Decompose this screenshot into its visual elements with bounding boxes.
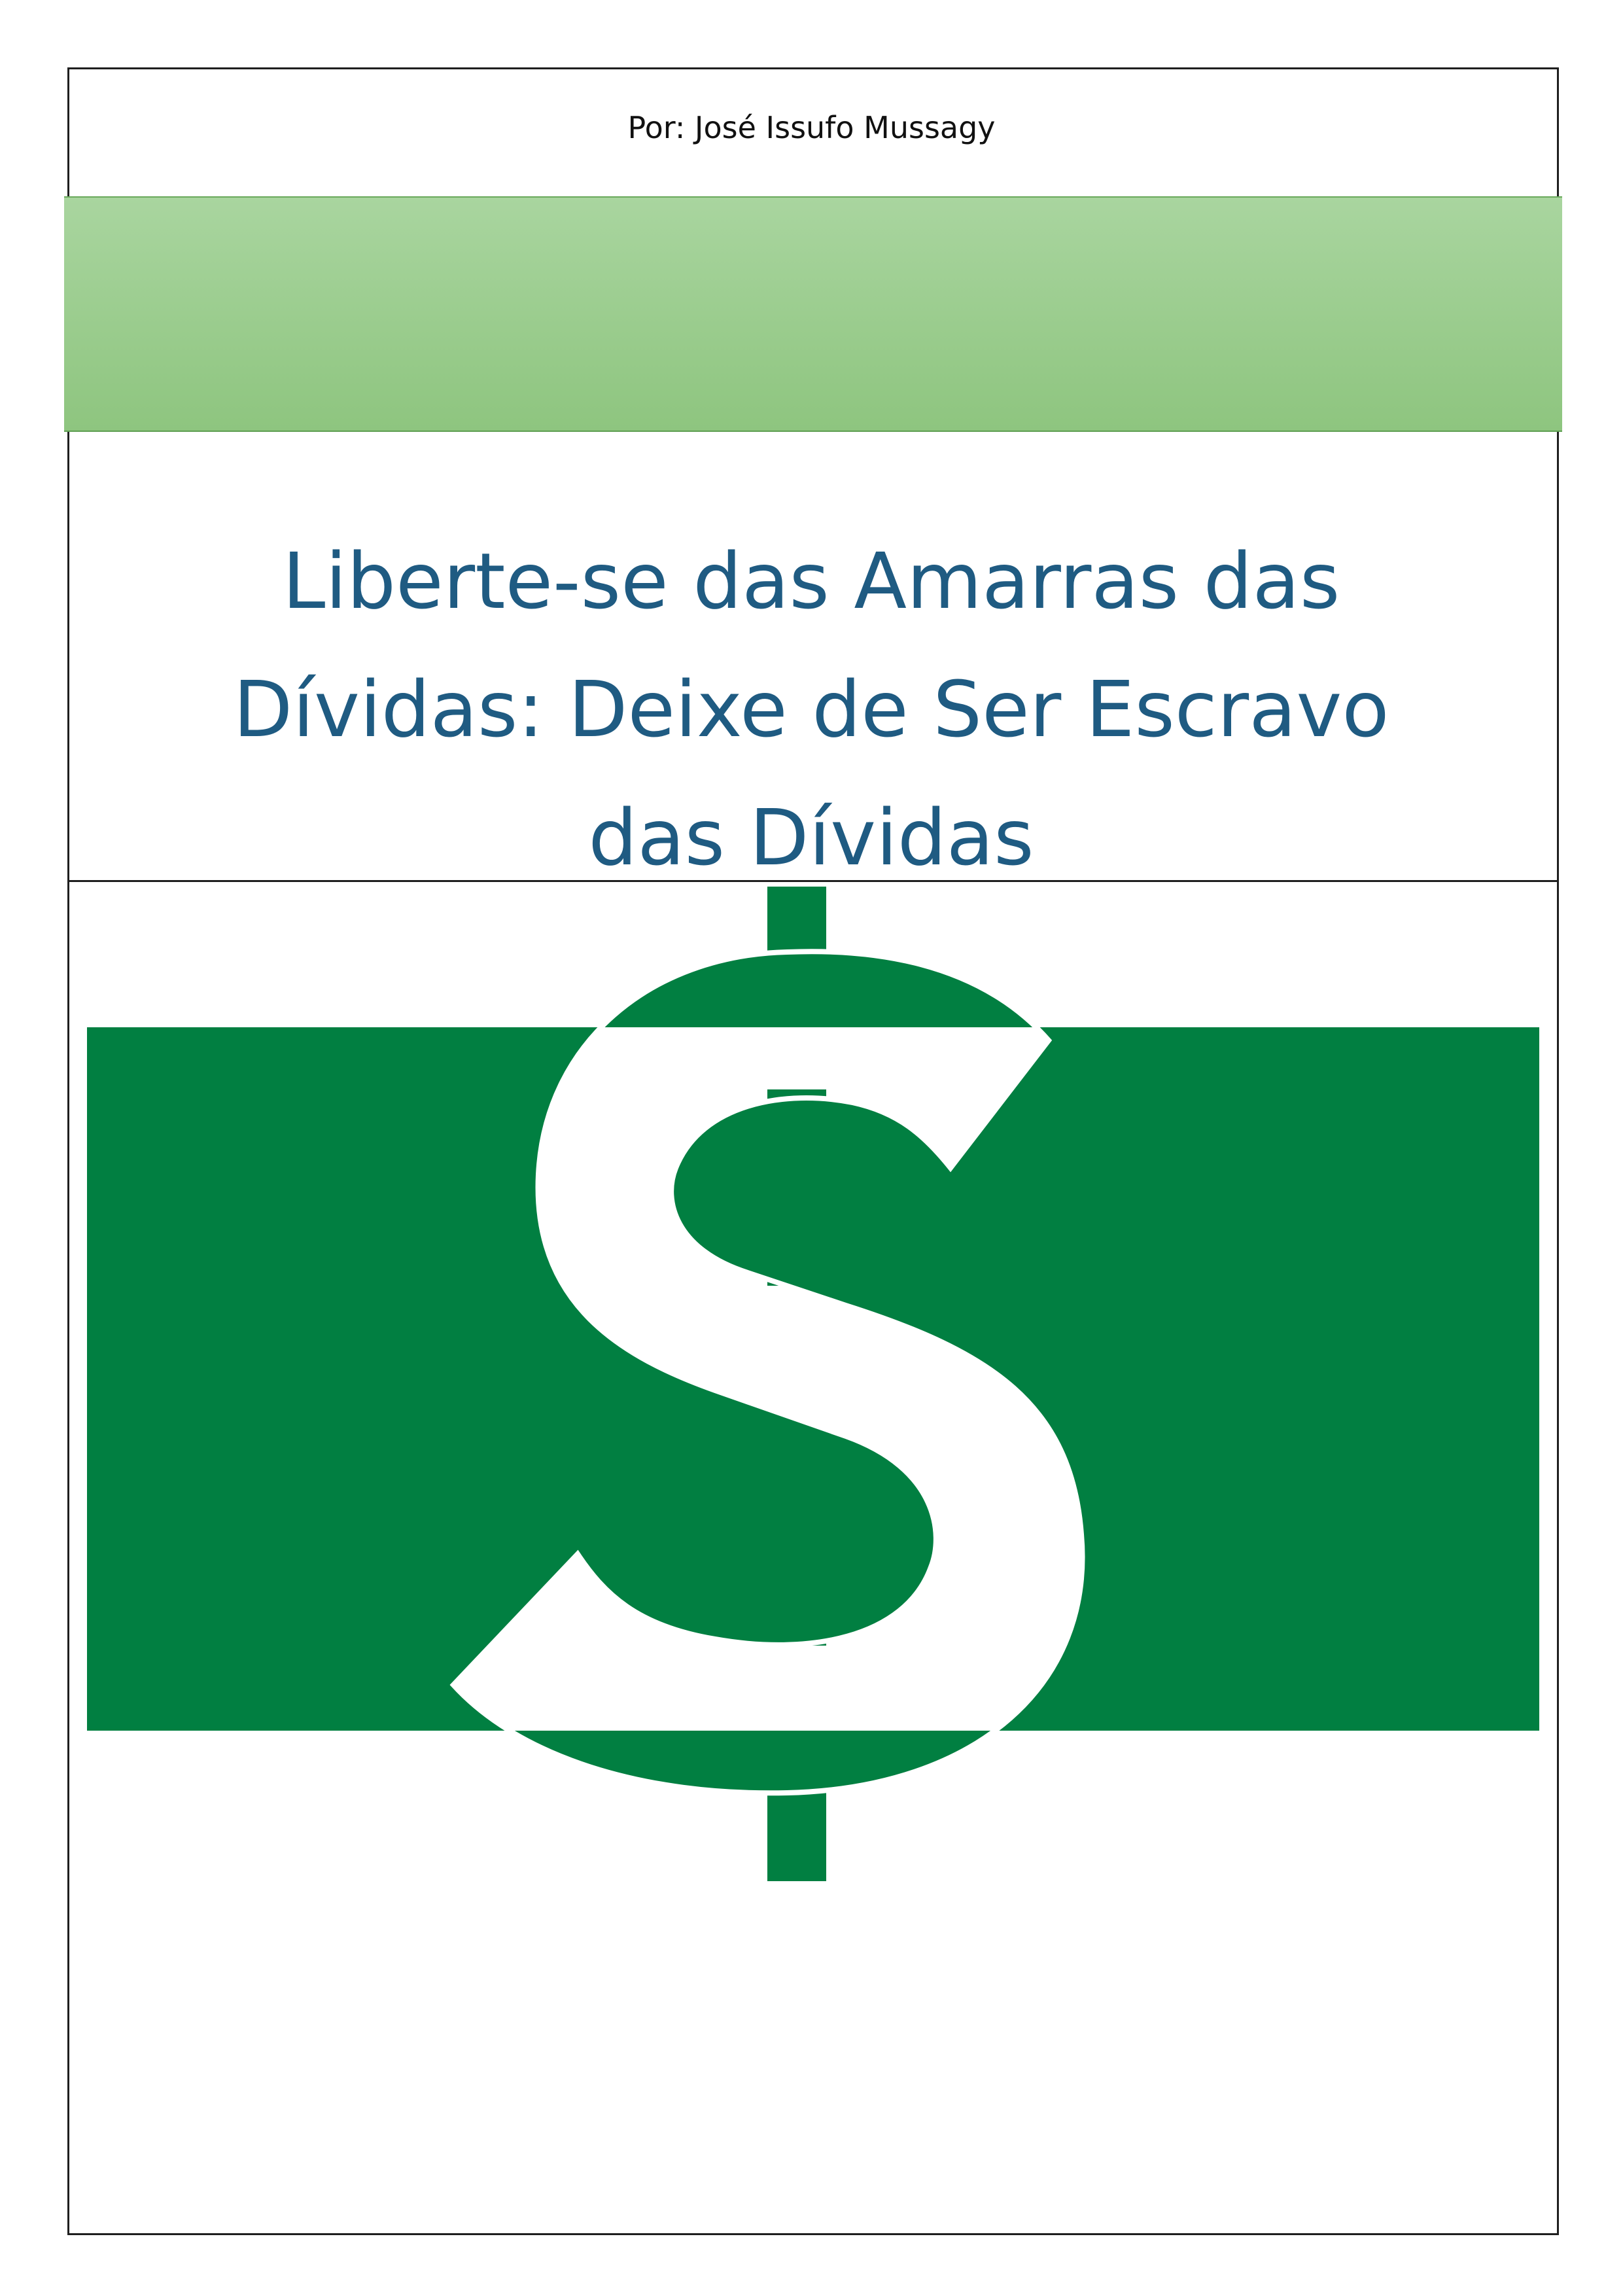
author-line: Por: José Issufo Mussagy bbox=[627, 110, 996, 145]
section-divider bbox=[67, 880, 1559, 882]
header-green-band bbox=[64, 196, 1562, 432]
document-title: Liberte-se das Amarras das Dívidas: Deix… bbox=[233, 536, 1389, 883]
dollar-banner-illustration bbox=[87, 887, 1539, 1881]
